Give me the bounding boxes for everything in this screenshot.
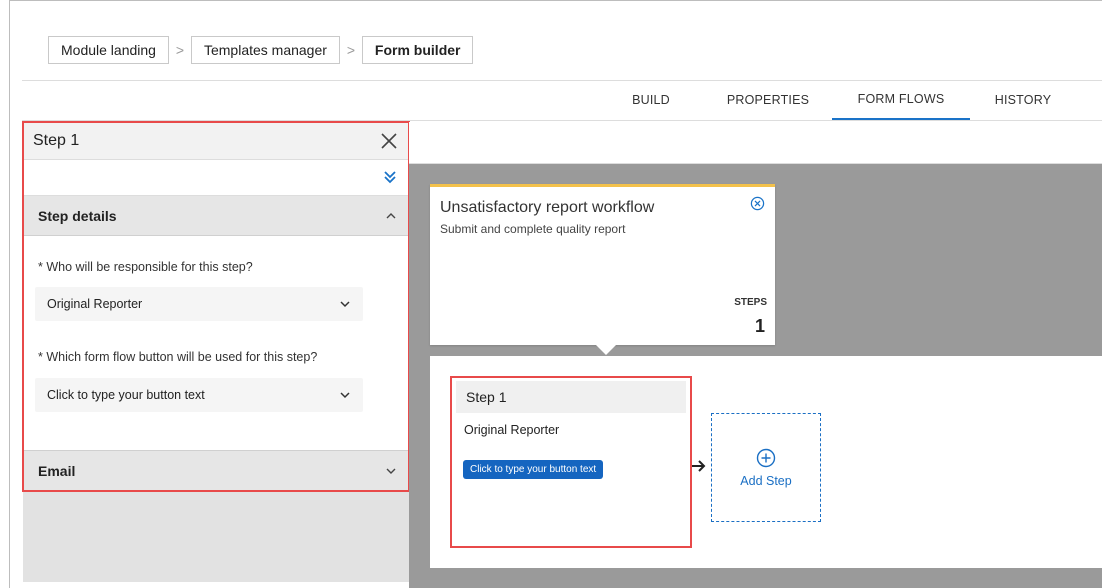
breadcrumb-module-landing[interactable]: Module landing (48, 36, 169, 64)
workflow-subtitle: Submit and complete quality report (440, 222, 626, 236)
step-panel: Step 1 Step details * Who will be respon… (23, 122, 409, 582)
steps-count: 1 (754, 316, 765, 336)
breadcrumb-separator: > (175, 42, 185, 58)
arrow-right-icon (692, 460, 706, 472)
responsible-select-value: Original Reporter (47, 297, 143, 311)
button-label: * Which form flow button will be used fo… (38, 350, 318, 364)
close-icon[interactable] (379, 131, 399, 151)
step-card[interactable]: Step 1 Original Reporter Click to type y… (456, 381, 686, 546)
section-email-label: Email (38, 462, 76, 479)
chevron-up-icon (386, 213, 396, 219)
section-step-details[interactable]: Step details (23, 196, 409, 236)
breadcrumb: Module landing > Templates manager > For… (48, 36, 474, 64)
responsible-select[interactable]: Original Reporter (35, 287, 363, 321)
double-chevron-down-icon[interactable] (383, 169, 397, 185)
workflow-title: Unsatisfactory report workflow (440, 199, 655, 216)
step-card-assignee: Original Reporter (464, 423, 560, 437)
panel-header: Step 1 (23, 122, 409, 160)
responsible-label: * Who will be responsible for this step? (38, 260, 253, 274)
step-card-title: Step 1 (456, 381, 686, 413)
chevron-down-icon (340, 301, 350, 308)
panel-title: Step 1 (33, 131, 80, 149)
chevron-down-icon (386, 468, 396, 474)
add-step-button[interactable]: Add Step (711, 413, 821, 522)
pointer-notch (596, 345, 616, 355)
tab-form-flows[interactable]: FORM FLOWS (832, 80, 970, 120)
step-card-button[interactable]: Click to type your button text (463, 460, 604, 479)
breadcrumb-templates-manager[interactable]: Templates manager (190, 36, 340, 64)
tab-build[interactable]: BUILD (612, 80, 690, 120)
tab-bar: BUILD PROPERTIES FORM FLOWS HISTORY (0, 80, 1102, 120)
flow-button-select-value: Click to type your button text (47, 388, 205, 402)
workflow-card[interactable]: Unsatisfactory report workflow Submit an… (430, 184, 775, 345)
tab-history[interactable]: HISTORY (982, 80, 1064, 120)
canvas-toolbar (409, 122, 1102, 164)
add-step-label: Add Step (740, 473, 792, 488)
plus-circle-icon (756, 448, 776, 467)
section-step-details-label: Step details (38, 207, 117, 224)
chevron-down-icon (340, 392, 350, 399)
steps-label: STEPS (734, 297, 767, 308)
step-panel-content: Step 1 Step details * Who will be respon… (23, 122, 409, 490)
breadcrumb-separator: > (346, 42, 356, 58)
flow-button-select[interactable]: Click to type your button text (35, 378, 363, 412)
section-email[interactable]: Email (23, 450, 409, 490)
divider (22, 120, 1102, 121)
tab-properties[interactable]: PROPERTIES (718, 80, 818, 120)
close-circle-icon[interactable] (750, 196, 765, 211)
breadcrumb-form-builder: Form builder (361, 36, 474, 64)
expand-row (23, 160, 409, 196)
